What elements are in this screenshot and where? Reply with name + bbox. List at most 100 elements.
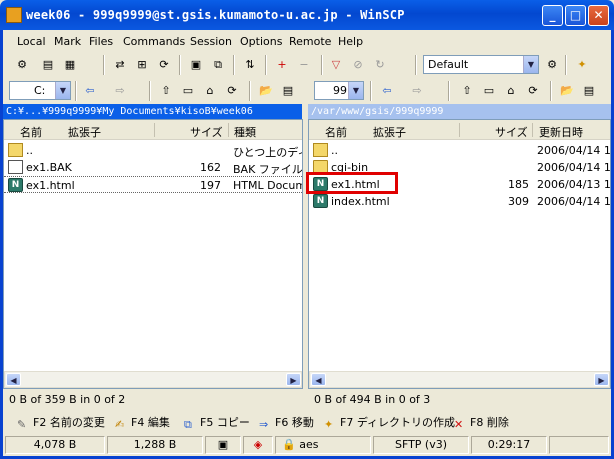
session-icon[interactable]: ⧉ (209, 56, 227, 74)
status-spacer (549, 436, 609, 454)
back-icon[interactable]: ⇦ (81, 82, 99, 100)
column-extension[interactable]: 拡張子 (68, 124, 101, 140)
menu-mark[interactable]: Mark (54, 35, 81, 48)
remote-horizontal-scrollbar[interactable]: ◀ ▶ (309, 371, 610, 388)
copy-button[interactable]: ⧉ F5 コピー (184, 414, 250, 431)
remote-file-panel[interactable]: 名前 拡張子 サイズ 更新日時 .. 2006/04/14 1 cgi-bin … (308, 119, 611, 389)
delete-icon: ✕ (454, 418, 464, 431)
local-toolbar: C: ▼ ⇦ ⇨ ⇧ ▭ ⌂ ⟳ 📂 ▤ (3, 78, 303, 104)
lock-icon: 🔒 (282, 438, 296, 451)
cipher-cell: 🔒 aes (275, 436, 371, 454)
winscp-app-icon (6, 7, 22, 23)
terminal-icon[interactable]: ▣ (187, 56, 205, 74)
rename-button[interactable]: ✎ F2 名前の変更 (17, 414, 105, 431)
select-files-icon[interactable]: + (273, 56, 291, 74)
root-directory-icon[interactable]: ▭ (179, 82, 197, 100)
forward-icon[interactable]: ⇨ (111, 82, 129, 100)
compare-icon[interactable]: ⊞ (133, 56, 151, 74)
transfer-settings-icon[interactable]: ⇅ (241, 56, 259, 74)
transfer-profile-select[interactable]: Default ▼ (423, 55, 539, 74)
new-folder-icon: ✦ (324, 418, 334, 431)
menu-session[interactable]: Session (190, 35, 232, 48)
maximize-button[interactable]: □ (565, 5, 586, 26)
stop-icon[interactable]: ⊘ (349, 56, 367, 74)
home-icon[interactable]: ⌂ (201, 82, 219, 100)
bookmark-icon[interactable]: ▤ (580, 82, 598, 100)
filter-icon[interactable]: ▽ (327, 56, 345, 74)
unselect-files-icon[interactable]: − (295, 56, 313, 74)
column-type[interactable]: 種類 (234, 124, 256, 140)
list-item[interactable]: ex1.BAK 162 BAK ファイル (4, 159, 302, 176)
parent-directory-icon[interactable]: ⇧ (157, 82, 175, 100)
list-item[interactable]: .. ひとつ上のディレ (4, 142, 302, 159)
console-icon[interactable]: ▦ (61, 56, 79, 74)
html-file-icon: N (313, 194, 328, 208)
column-extension[interactable]: 拡張子 (373, 124, 406, 140)
open-directory-icon[interactable]: 📂 (257, 82, 275, 100)
menu-remote[interactable]: Remote (289, 35, 331, 48)
menu-local[interactable]: Local (17, 35, 46, 48)
home-icon[interactable]: ⌂ (502, 82, 520, 100)
status-bar: 4,078 B 1,288 B ▣ ◈ 🔒 aes SFTP (v3) 0:29… (3, 435, 611, 455)
menu-files[interactable]: Files (89, 35, 113, 48)
downloaded-bytes: 1,288 B (107, 436, 203, 454)
close-button[interactable]: ✕ (588, 5, 609, 26)
remote-toolbar: 99 ▼ ⇦ ⇨ ⇧ ▭ ⌂ ⟳ 📂 ▤ (308, 78, 611, 104)
delete-button[interactable]: ✕ F8 削除 (454, 414, 509, 431)
profile-settings-icon[interactable]: ⚙ (543, 56, 561, 74)
scroll-left-icon[interactable]: ◀ (311, 373, 326, 386)
session-time: 0:29:17 (471, 436, 547, 454)
parent-directory-icon[interactable]: ⇧ (458, 82, 476, 100)
root-directory-icon[interactable]: ▭ (480, 82, 498, 100)
chevron-down-icon: ▼ (55, 82, 70, 99)
minimize-button[interactable]: _ (542, 5, 563, 26)
remote-drive-value: 99 (333, 84, 347, 97)
column-size[interactable]: サイズ (495, 124, 528, 140)
queue-icon[interactable]: ▤ (39, 56, 57, 74)
column-name[interactable]: 名前 (325, 124, 347, 140)
menu-help[interactable]: Help (338, 35, 363, 48)
transfer-profile-value: Default (428, 58, 469, 71)
rename-icon: ✎ (17, 418, 27, 431)
remote-column-header: 名前 拡張子 サイズ 更新日時 (309, 120, 610, 140)
refresh-icon[interactable]: ⟳ (155, 56, 173, 74)
local-horizontal-scrollbar[interactable]: ◀ ▶ (4, 371, 302, 388)
open-directory-icon[interactable]: 📂 (558, 82, 576, 100)
chevron-down-icon: ▼ (523, 56, 538, 73)
refresh-icon[interactable]: ⟳ (524, 82, 542, 100)
help-icon[interactable]: ✦ (573, 56, 591, 74)
scroll-left-icon[interactable]: ◀ (6, 373, 21, 386)
menu-options[interactable]: Options (240, 35, 282, 48)
title-bar: week06 - 999q9999@st.gsis.kumamoto-u.ac.… (0, 0, 614, 30)
scroll-right-icon[interactable]: ▶ (286, 373, 301, 386)
bookmark-icon[interactable]: ▤ (279, 82, 297, 100)
refresh-icon[interactable]: ⟳ (223, 82, 241, 100)
protocol-label: SFTP (v3) (373, 436, 469, 454)
local-drive-select[interactable]: C: ▼ (9, 81, 71, 100)
scroll-right-icon[interactable]: ▶ (594, 373, 609, 386)
preferences-icon[interactable]: ⚙ (13, 56, 31, 74)
synchronize-icon[interactable]: ⇄ (111, 56, 129, 74)
list-item[interactable]: .. 2006/04/14 1 (309, 142, 610, 159)
back-icon[interactable]: ⇦ (378, 82, 396, 100)
move-icon: ⇒ (259, 418, 269, 431)
list-item[interactable]: N index.html 309 2006/04/14 1 (309, 193, 610, 210)
menu-commands[interactable]: Commands (123, 35, 185, 48)
move-button[interactable]: ⇒ F6 移動 (259, 414, 314, 431)
highlight-box (306, 172, 398, 194)
local-drive-value: C: (34, 84, 46, 97)
list-item[interactable]: N ex1.html 197 HTML Docume (4, 176, 302, 193)
create-directory-button[interactable]: ✦ F7 ディレクトリの作成 (324, 414, 455, 431)
remote-path-bar[interactable]: /var/www/gsis/999q9999 (308, 104, 611, 119)
local-path-bar[interactable]: C:¥...¥999q9999¥My Documents¥kisoB¥week0… (3, 104, 302, 119)
edit-button[interactable]: ✍ F4 編集 (115, 414, 170, 431)
column-modified[interactable]: 更新日時 (539, 124, 583, 140)
local-file-panel[interactable]: 名前 拡張子 サイズ 種類 .. ひとつ上のディレ ex1.BAK 162 BA… (3, 119, 303, 389)
reconnect-icon[interactable]: ↻ (371, 56, 389, 74)
forward-icon[interactable]: ⇨ (408, 82, 426, 100)
column-name[interactable]: 名前 (20, 124, 42, 140)
uploaded-bytes: 4,078 B (5, 436, 105, 454)
remote-directory-select[interactable]: 99 ▼ (314, 81, 364, 100)
column-size[interactable]: サイズ (190, 124, 223, 140)
menu-bar: Local Mark Files Commands Session Option… (3, 30, 611, 52)
